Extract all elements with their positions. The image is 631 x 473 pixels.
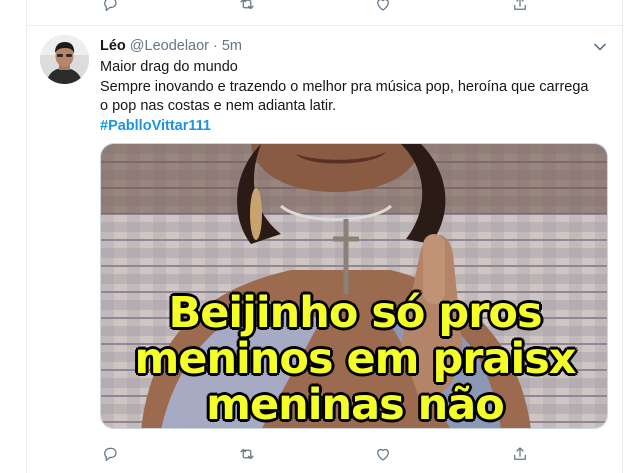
tweet-media-image[interactable]: Beijinho só pros meninos em praisx menin… <box>100 143 608 429</box>
tweet-text: Maior drag do mundo Sempre inovando e tr… <box>100 58 610 136</box>
separator-dot: · <box>213 38 218 54</box>
tweet-timestamp[interactable]: 5m <box>222 38 242 54</box>
previous-tweet-actions <box>100 0 530 14</box>
tweet-text-line: Sempre inovando e trazendo o melhor pra … <box>100 78 589 95</box>
tweet-text-line: Maior drag do mundo <box>100 59 238 75</box>
tweet-header: Léo @Leodelaor · 5m <box>100 38 242 54</box>
hashtag-link[interactable]: #PablloVittar111 <box>100 117 610 137</box>
share-icon[interactable] <box>510 444 530 464</box>
tweet-actions <box>100 444 530 464</box>
avatar[interactable] <box>40 35 89 84</box>
retweet-icon[interactable] <box>237 0 257 14</box>
reply-icon[interactable] <box>100 444 120 464</box>
retweet-icon[interactable] <box>237 444 257 464</box>
tweet[interactable]: Léo @Leodelaor · 5m Maior drag do mundo … <box>27 26 622 473</box>
meme-caption-line: Beijinho só pros <box>168 288 542 338</box>
meme-caption-line: meninas não <box>206 380 505 429</box>
tweet-text-line: o pop nas costas e nem adianta latir. <box>100 98 337 114</box>
reply-icon[interactable] <box>100 0 120 14</box>
like-icon[interactable] <box>373 0 393 14</box>
share-icon[interactable] <box>510 0 530 14</box>
like-icon[interactable] <box>373 444 393 464</box>
display-name[interactable]: Léo <box>100 38 126 54</box>
more-options-chevron-icon[interactable] <box>593 40 607 54</box>
meme-caption: Beijinho só pros meninos em praisx menin… <box>101 288 607 429</box>
user-handle[interactable]: @Leodelaor <box>130 38 209 54</box>
meme-caption-line: meninos em praisx <box>134 334 576 384</box>
timeline-right-border <box>622 0 623 473</box>
